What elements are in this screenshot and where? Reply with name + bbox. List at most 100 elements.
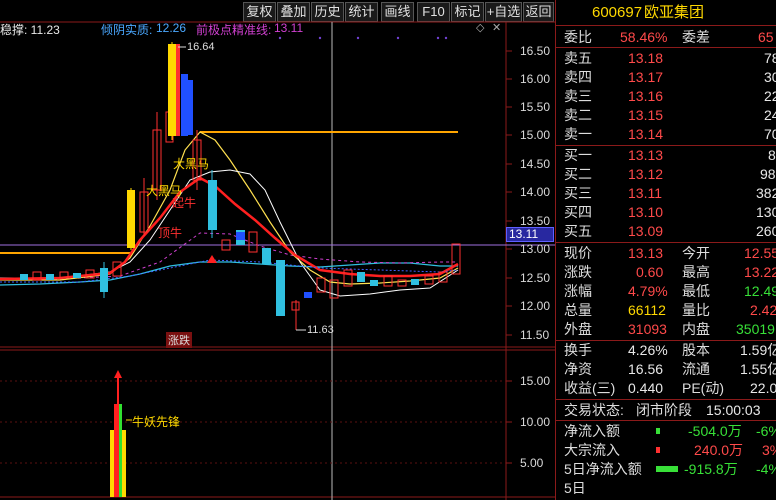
bid-label: 买三	[564, 185, 592, 201]
stat-value: 0.60	[636, 264, 664, 280]
axis-tick: 13.50	[520, 214, 551, 228]
flow-label: 净流入额	[564, 423, 620, 439]
bid-label: 买五	[564, 223, 592, 239]
weibi-label: 委比	[564, 29, 592, 45]
stat-label: 最高	[682, 264, 710, 280]
bid-volume: 98	[760, 166, 776, 182]
ask-volume: 24	[764, 107, 776, 123]
axis-tick: 16.00	[520, 72, 551, 86]
flow-pct: -6%	[756, 423, 776, 439]
stat-value: 66112	[628, 302, 666, 318]
bid-price: 13.09	[628, 223, 664, 239]
flow-label: 5日	[564, 480, 586, 496]
ask-price: 13.14	[628, 126, 664, 142]
stat-value: 2.42	[750, 302, 776, 318]
stat-value: 1.55亿	[740, 361, 776, 377]
stock-code: 600697	[592, 4, 643, 21]
axis-tick: 15.00	[520, 128, 551, 142]
stock-chart-window: 复权 叠加 历史 统计 画线 F10 标记 +自选 返回 稳撑: 11.23 倾…	[0, 0, 776, 500]
flow-label: 大宗流入	[564, 442, 620, 458]
stat-label: 今开	[682, 245, 710, 261]
stat-value: 12.49	[744, 283, 776, 299]
ask-label: 卖四	[564, 69, 592, 85]
ask-label: 卖二	[564, 107, 592, 123]
sub-signal-label: 牛妖先锋	[132, 415, 181, 429]
ask-price: 13.17	[628, 69, 664, 85]
trade-status-value: 闭市阶段	[636, 402, 692, 418]
flow-bar	[656, 447, 660, 453]
stat-value: 35019	[736, 321, 775, 337]
axis-tick: 14.00	[520, 185, 551, 199]
axis-tick: 14.50	[520, 157, 551, 171]
flow-pct: 3%	[762, 442, 776, 458]
weicha-label: 委差	[682, 29, 710, 45]
signal-label: 起牛	[172, 196, 197, 210]
axis-tick: 16.50	[520, 44, 551, 58]
flow-value: -504.0万	[688, 423, 742, 439]
ask-volume: 70	[764, 126, 776, 142]
stat-value: 22.0	[750, 380, 776, 396]
stat-label: 现价	[564, 245, 592, 261]
stat-label: 总量	[564, 302, 592, 318]
axis-tick: 12.00	[520, 299, 551, 313]
bid-volume: 382	[756, 185, 776, 201]
stat-label: 量比	[682, 302, 710, 318]
stat-label: 净资	[564, 361, 592, 377]
stat-label: 涨幅	[564, 283, 592, 299]
flow-label: 5日净流入额	[564, 461, 642, 477]
stat-label: 换手	[564, 342, 592, 358]
axis-tick: 13.00	[520, 242, 551, 256]
stat-label: 流通	[682, 361, 710, 377]
flow-bar	[656, 466, 678, 472]
signal-label: 顶牛	[158, 226, 183, 240]
flow-bar	[656, 428, 660, 434]
stat-label: 最低	[682, 283, 710, 299]
flow-value: -915.8万	[684, 461, 738, 477]
sub-axis-tick: 5.00	[520, 456, 544, 470]
bid-volume: 130	[756, 204, 776, 220]
flow-value: 240.0万	[694, 442, 744, 458]
stat-label: 收益(三)	[564, 380, 616, 396]
axis-tick: 12.50	[520, 271, 551, 285]
stat-value: 1.59亿	[740, 342, 776, 358]
candles	[20, 42, 461, 330]
bid-price: 13.10	[628, 204, 664, 220]
zhangdie-tab[interactable]: 涨跌	[166, 332, 192, 348]
ask-price: 13.16	[628, 88, 664, 104]
signal-label: 大黑马	[173, 157, 210, 171]
sub-axis-tick: 10.00	[520, 415, 551, 429]
quote-panel: 600697 欧亚集团 委比 58.46% 委差 65 卖五 13.18 78 卖四…	[555, 0, 776, 500]
stat-value: 16.56	[628, 361, 664, 377]
ask-volume: 22	[764, 88, 776, 104]
weibi-value: 58.46%	[620, 29, 668, 45]
bid-price: 13.11	[628, 185, 662, 201]
bid-label: 买四	[564, 204, 592, 220]
stat-label: 内盘	[682, 321, 710, 337]
trade-time: 15:00:03	[706, 402, 761, 418]
stat-value: 13.22	[744, 264, 776, 280]
price-axis-ticks	[506, 50, 512, 464]
bid-price: 13.13	[628, 147, 664, 163]
stat-value: 31093	[628, 321, 667, 337]
sub-axis-tick: 15.00	[520, 374, 551, 388]
ask-label: 卖三	[564, 88, 592, 104]
stock-name: 欧亚集团	[644, 4, 705, 21]
ask-price: 13.18	[628, 50, 664, 66]
axis-tick: 15.50	[520, 100, 551, 114]
bid-volume: 260	[756, 223, 776, 239]
stat-value: 4.26%	[628, 342, 668, 358]
ask-label: 卖一	[564, 126, 592, 142]
kline-chart[interactable]	[0, 0, 555, 500]
flow-pct: -4%	[756, 461, 776, 477]
trade-status-label: 交易状态:	[564, 402, 624, 418]
stat-label: PE(动)	[682, 380, 724, 396]
bid-volume: 8	[768, 147, 776, 163]
ask-price: 13.15	[628, 107, 664, 123]
weicha-value: 65	[758, 29, 774, 45]
stat-label: 外盘	[564, 321, 592, 337]
stat-value: 0.440	[628, 380, 664, 396]
axis-tick: 11.50	[520, 328, 550, 342]
bid-label: 买二	[564, 166, 592, 182]
stat-label: 涨跌	[564, 264, 592, 280]
stat-label: 股本	[682, 342, 710, 358]
